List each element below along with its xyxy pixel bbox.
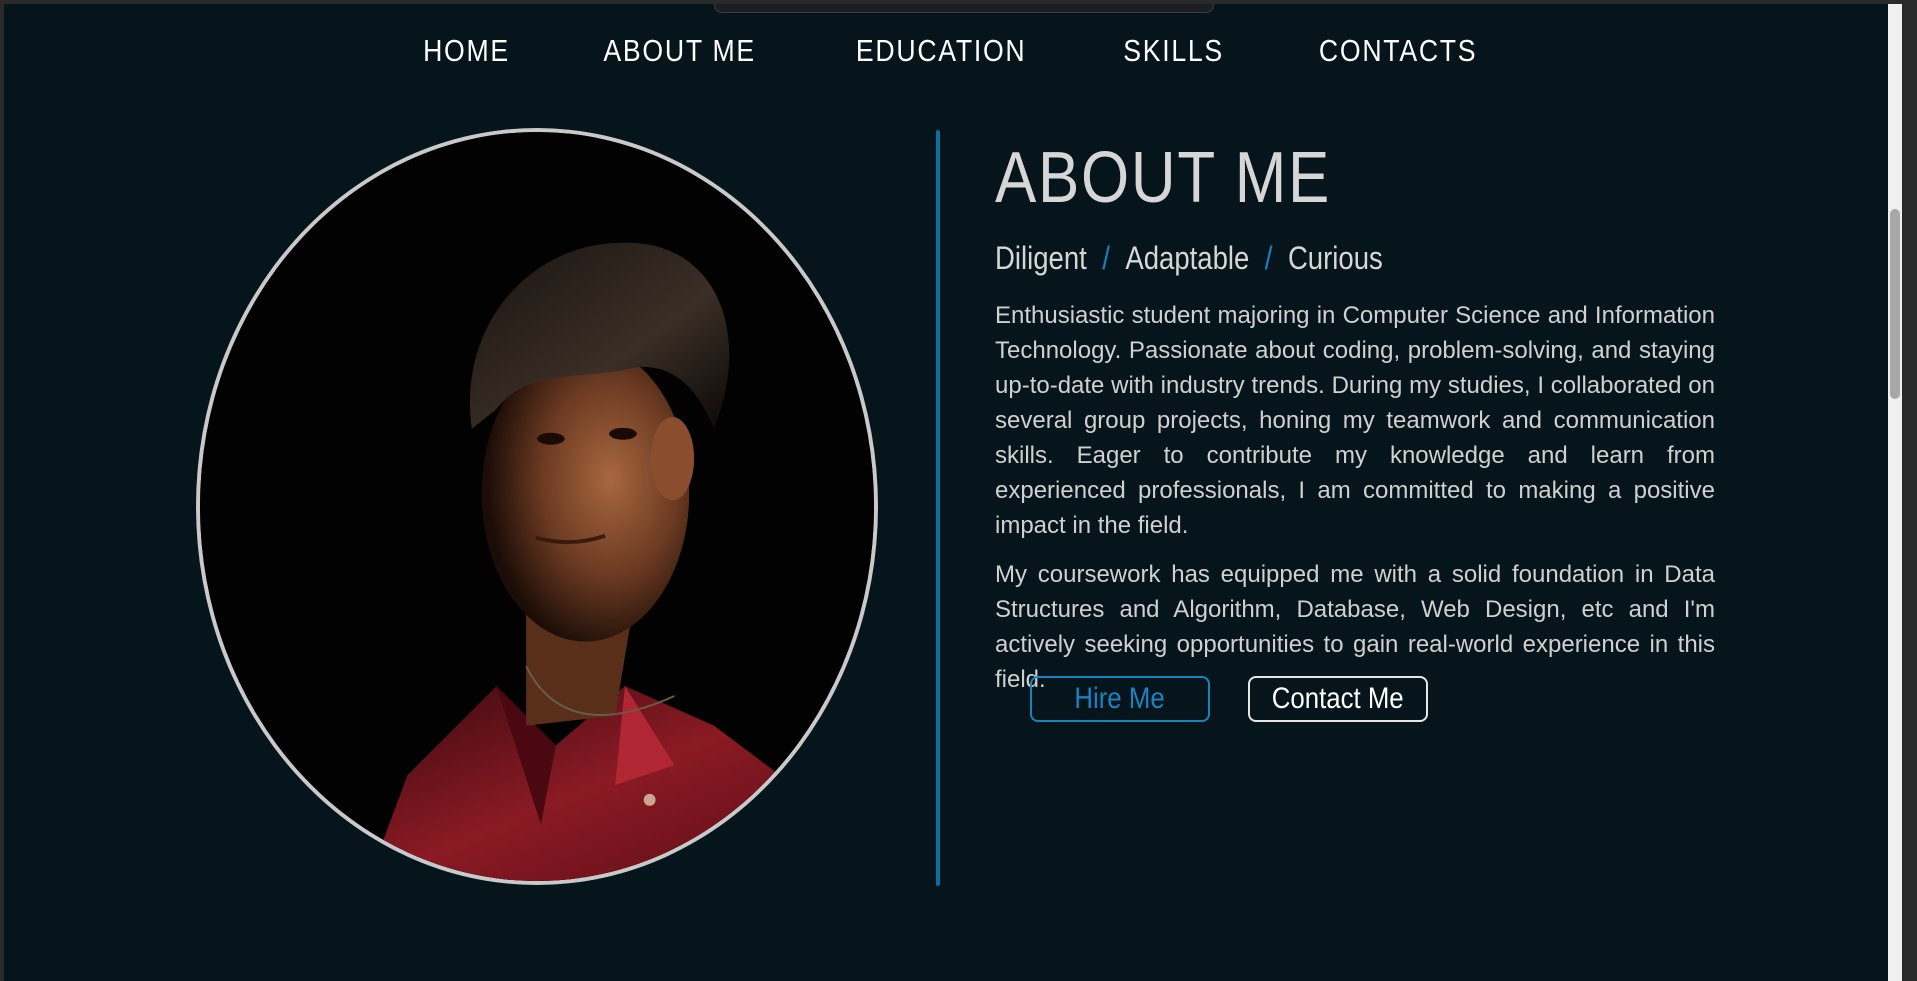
- vertical-divider: [936, 130, 940, 886]
- action-buttons: Hire Me Contact Me: [1030, 676, 1428, 722]
- profile-photo: [196, 128, 878, 885]
- profile-photo-image: [200, 132, 874, 881]
- trait-adaptable: Adaptable: [1125, 240, 1250, 276]
- trait-curious: Curious: [1287, 240, 1383, 276]
- contact-me-label: Contact Me: [1272, 682, 1404, 715]
- nav-home-link[interactable]: HOME: [423, 33, 510, 69]
- traits-line: Diligent / Adaptable / Curious: [995, 240, 1614, 280]
- about-title: ABOUT ME: [995, 138, 1332, 218]
- hire-me-button[interactable]: Hire Me: [1030, 676, 1210, 722]
- nav-about-link[interactable]: ABOUT ME: [603, 33, 756, 69]
- scrollbar[interactable]: [1888, 4, 1902, 981]
- main-nav: HOME ABOUT ME EDUCATION SKILLS CONTACTS: [4, 26, 1902, 76]
- page: HOME ABOUT ME EDUCATION SKILLS CONTACTS: [4, 4, 1902, 981]
- scrollbar-thumb[interactable]: [1890, 209, 1900, 399]
- nav-contacts-link[interactable]: CONTACTS: [1319, 33, 1477, 69]
- nav-skills-link[interactable]: SKILLS: [1123, 33, 1224, 69]
- nav-education-link[interactable]: EDUCATION: [856, 33, 1027, 69]
- hire-me-label: Hire Me: [1074, 682, 1166, 715]
- trait-separator: /: [1264, 240, 1273, 276]
- contact-me-button[interactable]: Contact Me: [1248, 676, 1428, 722]
- trait-separator: /: [1102, 240, 1110, 276]
- trait-diligent: Diligent: [995, 240, 1087, 276]
- about-paragraph-intro: Enthusiastic student majoring in Compute…: [995, 302, 1715, 539]
- browser-notch: [714, 4, 1214, 13]
- about-section: ABOUT ME Diligent / Adaptable / Curious Enth…: [995, 134, 1715, 697]
